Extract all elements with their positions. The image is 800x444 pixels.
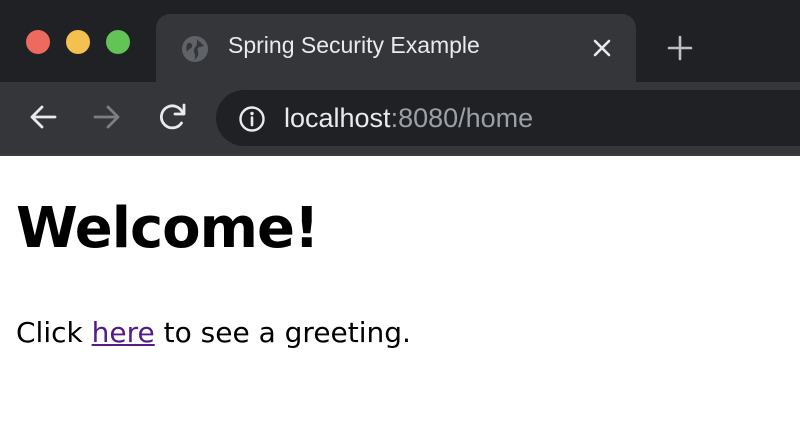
globe-icon [182,36,208,62]
greeting-link[interactable]: here [92,316,155,349]
reload-icon[interactable] [156,100,190,134]
arrow-left-icon[interactable] [26,100,60,134]
info-icon[interactable] [238,105,266,133]
url-host: localhost [284,103,391,133]
paragraph-text-after: to see a greeting. [154,316,411,349]
page-content: Welcome! Click here to see a greeting. [0,156,800,444]
tab-strip: Spring Security Example [0,0,800,82]
close-window-button[interactable] [26,30,50,54]
address-bar[interactable]: localhost:8080/home [216,90,800,146]
arrow-right-icon[interactable] [90,100,124,134]
url-text[interactable]: localhost:8080/home [284,103,533,134]
paragraph-text-before: Click [16,316,92,349]
maximize-window-button[interactable] [106,30,130,54]
browser-tab[interactable]: Spring Security Example [156,14,636,82]
greeting-paragraph: Click here to see a greeting. [16,316,411,349]
minimize-window-button[interactable] [66,30,90,54]
url-path: :8080/home [390,103,534,133]
tab-title: Spring Security Example [228,32,480,58]
toolbar: localhost:8080/home [0,82,800,154]
close-icon[interactable] [588,34,616,62]
browser-window: Spring Security Example localhost:8080/h… [0,0,800,444]
plus-icon[interactable] [664,32,696,64]
page-title: Welcome! [16,196,319,261]
